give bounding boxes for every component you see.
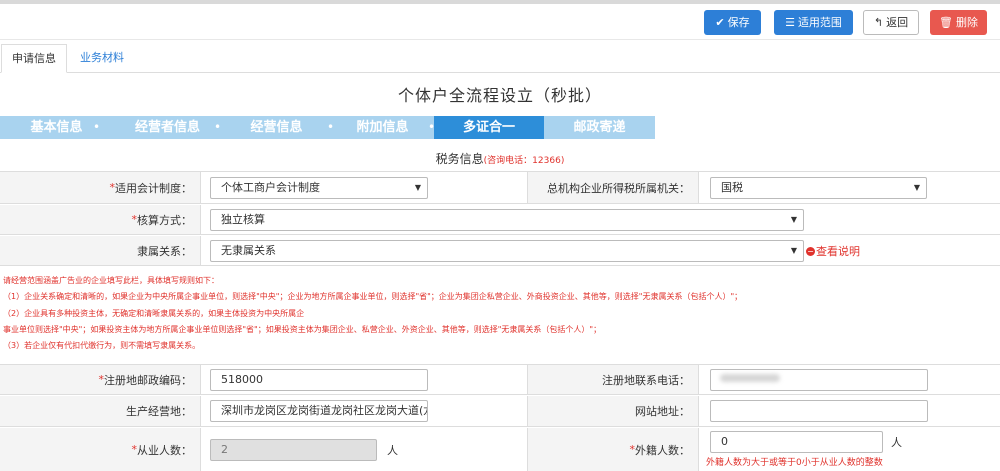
accounting-method-select[interactable]: 独立核算 ▼ <box>210 209 804 231</box>
step-label: 附加信息 <box>356 120 409 135</box>
step-operator-info[interactable]: 经营者信息 <box>113 116 222 139</box>
form-row: * 注册地邮政编码： 518000 注册地联系电话： <box>0 365 1000 395</box>
step-separator: • <box>428 120 436 134</box>
form-row: 生产经营地： 深圳市龙岗区龙岗街道龙岗社区龙岗大道(龙岗 网站地址： <box>0 396 1000 427</box>
view-explanation-link[interactable]: − 查看说明 <box>806 243 860 259</box>
dropdown-arrow-icon: ▼ <box>790 246 797 255</box>
field-cell: 深圳市龙岗区龙岗街道龙岗社区龙岗大道(龙岗 <box>200 396 527 426</box>
dropdown-arrow-icon: ▼ <box>790 215 797 224</box>
back-arrow-icon: ↰ <box>873 16 884 29</box>
note-line: 事业单位则选择"中央"；如果投资主体为地方所属企事业单位则选择"省"；如果投资主… <box>3 324 602 334</box>
section-title-text: 税务信息 <box>435 152 484 166</box>
field-cell: 518000 <box>200 365 527 394</box>
step-separator: • <box>214 120 222 134</box>
check-icon: ✔ <box>715 16 725 29</box>
tax-authority-label: 总机构企业所得税所属机关： <box>547 181 690 195</box>
field-label: 注册地联系电话： <box>527 365 698 394</box>
affiliation-label: 隶属关系： <box>137 244 192 258</box>
accounting-system-select[interactable]: 个体工商户会计制度 ▼ <box>210 177 428 199</box>
affiliation-value: 无隶属关系 <box>221 244 276 257</box>
form-row: 隶属关系： 无隶属关系 ▼ − 查看说明 <box>0 236 1000 266</box>
accounting-system-label: 适用会计制度： <box>115 181 192 195</box>
step-multi-cert[interactable]: 多证合一 <box>434 116 544 139</box>
trash-icon: 🗑 <box>939 16 953 29</box>
minus-circle-icon: − <box>806 247 815 256</box>
field-label: 网站地址： <box>527 396 698 426</box>
address-input[interactable]: 深圳市龙岗区龙岗街道龙岗社区龙岗大道(龙岗 <box>210 400 428 422</box>
view-explanation-label: 查看说明 <box>816 245 860 258</box>
tab-bar: 申请信息 业务材料 <box>0 41 1000 73</box>
hotline: (咨询电话：12366) <box>483 156 565 166</box>
form-row: * 适用会计制度： 个体工商户会计制度 ▼ 总机构企业所得税所属机关： 国税 ▼ <box>0 171 1000 204</box>
field-label: * 适用会计制度： <box>0 172 200 203</box>
field-cell: 2 人 <box>200 428 527 471</box>
foreign-employees-error: 外籍人数为大于或等于0小于从业人数的整数 <box>706 458 883 468</box>
dropdown-arrow-icon: ▼ <box>913 183 920 192</box>
accounting-system-value: 个体工商户会计制度 <box>221 181 320 194</box>
step-label: 邮政寄递 <box>573 120 626 135</box>
note-line: （3）若企业仅有代扣代缴行为，则不需填写隶属关系。 <box>3 341 201 351</box>
field-label: * 注册地邮政编码： <box>0 365 200 394</box>
foreign-employees-label: 外籍人数： <box>635 443 690 457</box>
note-line: 请经营范围涵盖广告业的企业填写此栏，具体填写规则如下： <box>3 276 219 285</box>
affiliation-select[interactable]: 无隶属关系 ▼ <box>210 240 804 262</box>
accounting-method-label: 核算方式： <box>137 213 192 227</box>
step-separator: • <box>327 120 335 134</box>
page-title: 个体户全流程设立（秒批） <box>397 86 602 105</box>
tax-authority-select[interactable]: 国税 ▼ <box>710 177 927 199</box>
step-progress: 基本信息 经营者信息 经营信息 附加信息 多证合一 邮政寄递 • • • • <box>0 116 655 139</box>
save-label: 保存 <box>727 16 750 29</box>
affiliation-notes: 请经营范围涵盖广告业的企业填写此栏，具体填写规则如下： （1）企业关系确定和清晰… <box>0 266 1000 365</box>
field-label: 生产经营地： <box>0 396 200 426</box>
accounting-method-value: 独立核算 <box>221 213 265 226</box>
step-separator: • <box>93 120 101 134</box>
field-cell: 无隶属关系 ▼ − 查看说明 <box>200 236 1000 265</box>
postal-code-label: 注册地邮政编码： <box>104 373 192 387</box>
step-label: 经营者信息 <box>134 120 200 135</box>
field-label: 总机构企业所得税所属机关： <box>527 172 698 203</box>
field-label: * 外籍人数： <box>527 428 698 471</box>
form-row: * 核算方式： 独立核算 ▼ <box>0 205 1000 235</box>
tab-application-info[interactable]: 申请信息 <box>1 44 67 73</box>
toolbar: ✔ 保存 ☰ 适用范围 ↰ 返回 🗑 删除 <box>0 0 1000 40</box>
tab-business-materials[interactable]: 业务材料 <box>70 44 134 73</box>
foreign-employees-input[interactable]: 0 <box>710 431 883 453</box>
list-icon: ☰ <box>785 16 795 29</box>
step-postal-delivery[interactable]: 邮政寄递 <box>544 116 655 139</box>
step-label: 经营信息 <box>250 120 303 135</box>
note-line: （1）企业关系确定和清晰的，如果企业为中央所属企事业单位，则选择"中央"；企业为… <box>3 292 743 302</box>
address-label: 生产经营地： <box>126 405 192 418</box>
field-label: * 从业人数： <box>0 428 200 471</box>
field-cell: 个体工商户会计制度 ▼ <box>200 172 527 203</box>
field-cell <box>698 396 1000 426</box>
step-label: 多证合一 <box>462 120 515 135</box>
field-label: 隶属关系： <box>0 236 200 265</box>
step-additional-info[interactable]: 附加信息 <box>331 116 434 139</box>
field-cell: 国税 ▼ <box>698 172 1000 203</box>
note-line: （2）企业具有多种投资主体，无确定和清晰隶属关系的，如果主体投资为中央所属企 <box>3 308 305 318</box>
employees-label: 从业人数： <box>137 443 192 457</box>
step-business-info[interactable]: 经营信息 <box>222 116 331 139</box>
save-button[interactable]: ✔ 保存 <box>704 10 761 35</box>
delete-label: 删除 <box>955 16 978 29</box>
employees-input: 2 <box>210 439 377 461</box>
tax-authority-value: 国税 <box>721 181 743 194</box>
delete-button[interactable]: 🗑 删除 <box>930 10 987 35</box>
field-label: * 核算方式： <box>0 205 200 234</box>
phone-label: 注册地联系电话： <box>602 373 690 387</box>
section-title: 税务信息(咨询电话：12366) <box>0 150 1000 167</box>
back-button[interactable]: ↰ 返回 <box>863 10 919 35</box>
back-label: 返回 <box>886 16 909 29</box>
website-label: 网站地址： <box>635 405 690 418</box>
scope-label: 适用范围 <box>797 16 842 29</box>
scope-button[interactable]: ☰ 适用范围 <box>774 10 853 35</box>
postal-code-input[interactable]: 518000 <box>210 369 428 391</box>
dropdown-arrow-icon: ▼ <box>414 183 421 192</box>
website-input[interactable] <box>710 400 928 422</box>
redacted-phone <box>720 374 780 382</box>
field-cell: 独立核算 ▼ <box>200 205 1000 234</box>
foreign-employees-unit: 人 <box>891 436 902 449</box>
employees-unit: 人 <box>387 444 398 457</box>
